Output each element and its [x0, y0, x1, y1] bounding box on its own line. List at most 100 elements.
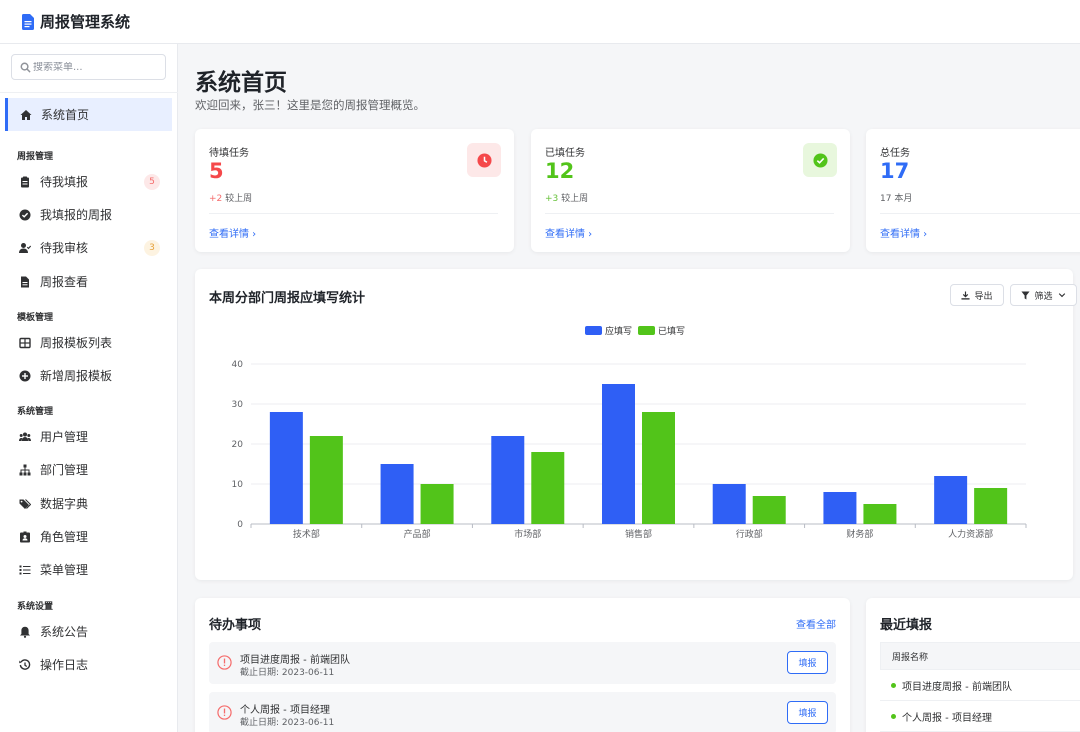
x-tick-label: 人力资源部: [948, 528, 993, 540]
tags-icon: [18, 497, 32, 511]
fill-report-button[interactable]: 填报: [787, 651, 828, 674]
bar-should-fill: [602, 384, 635, 524]
stat-note: 本月: [894, 194, 913, 204]
stat-card-pending: 待填任务 5 +2 较上周 查看详情 ›: [195, 129, 514, 252]
id-badge-icon: [18, 530, 32, 544]
sidebar-item-departments[interactable]: 部门管理: [5, 453, 172, 486]
sidebar-item-pending-fill[interactable]: 待我填报 5: [5, 165, 172, 198]
y-tick-label: 30: [232, 400, 244, 410]
status-dot: [891, 682, 896, 688]
main-content: 系统首页 欢迎回来，张三！这里是您的周报管理概览。 待填任务 5 +2 较上周 …: [178, 44, 1080, 732]
app-title: 周报管理系统: [40, 13, 131, 31]
recent-row-name: 项目进度周报 - 前端团队: [902, 681, 1012, 693]
stat-label: 已填任务: [545, 148, 585, 159]
y-tick-label: 40: [232, 360, 244, 370]
sidebar-item-logs[interactable]: 操作日志: [5, 648, 172, 681]
sidebar-item-label: 部门管理: [40, 463, 89, 477]
bar-filled: [752, 496, 786, 524]
stat-delta: +3: [545, 194, 559, 204]
stat-change: +3 较上周: [545, 191, 588, 204]
stat-value: 12: [545, 159, 575, 183]
sidebar-item-label: 系统首页: [41, 108, 90, 122]
stat-delta: +2: [209, 194, 223, 204]
sidebar-item-pending-review[interactable]: 待我审核 3: [5, 231, 172, 264]
y-tick-label: 20: [232, 440, 244, 450]
stat-detail-link[interactable]: 查看详情 ›: [209, 225, 256, 240]
todo-item-title: 项目进度周报 - 前端团队: [240, 655, 350, 666]
plus-circle-icon: [18, 369, 32, 383]
sidebar-item-label: 系统公告: [40, 625, 89, 639]
sidebar-item-home[interactable]: 系统首页: [5, 98, 172, 131]
bar-should-fill: [934, 476, 968, 524]
bar-chart: 0 10 20 30 40 技术部 产品部 市场部 销售部 行政部 财务部 人力资源部 应填写 已填写: [232, 325, 1027, 540]
check-circle-icon: [18, 208, 32, 222]
bar-filled: [531, 452, 565, 524]
legend-swatch: [585, 326, 602, 335]
sidebar-item-label: 新增周报模板: [40, 369, 113, 383]
chart-card: 本周分部门周报应填写统计 导出 筛选 0 10 20 30 40 技术部 产品部 市场部 销售部…: [195, 269, 1077, 580]
sidebar-item-users[interactable]: 用户管理: [5, 420, 172, 453]
stat-divider: [545, 213, 834, 214]
sidebar-item-new-template[interactable]: 新增周报模板: [5, 359, 172, 392]
x-tick-label: 销售部: [625, 528, 652, 540]
menu-search-input[interactable]: [33, 61, 153, 73]
alert-circle-icon: [217, 705, 232, 720]
sidebar-item-dictionary[interactable]: 数据字典: [5, 487, 172, 520]
menu-group-templates: 模板管理: [17, 313, 54, 323]
stat-note: 较上周: [561, 194, 589, 204]
sidebar-item-label: 周报模板列表: [40, 336, 113, 350]
recent-table-header: 周报名称: [880, 642, 1080, 670]
sidebar-item-label: 我填报的周报: [40, 208, 113, 222]
check-circle-icon: [803, 143, 837, 177]
bar-should-fill: [491, 436, 525, 524]
stat-card-completed: 已填任务 12 +3 较上周 查看详情 ›: [531, 129, 850, 252]
bar-filled: [974, 488, 1008, 524]
stat-divider: [209, 213, 498, 214]
pending-review-count-badge: 3: [144, 239, 160, 256]
stat-divider: [880, 213, 1080, 214]
document-logo-icon: [22, 13, 34, 30]
sidebar-item-roles[interactable]: 角色管理: [5, 520, 172, 553]
sidebar-item-template-list[interactable]: 周报模板列表: [5, 326, 172, 359]
page-subtitle: 欢迎回来，张三！这里是您的周报管理概览。: [195, 98, 425, 112]
menu-search-box[interactable]: [11, 54, 166, 80]
stat-detail-link[interactable]: 查看详情 ›: [545, 225, 592, 240]
stat-card-total: 总任务 17 17 本月 查看详情 ›: [866, 129, 1080, 252]
recent-row[interactable]: 个人周报 - 项目经理: [880, 701, 1080, 732]
todo-item[interactable]: 项目进度周报 - 前端团队 截止日期: 2023-06-11 填报: [209, 642, 836, 684]
recent-title: 最近填报: [880, 618, 933, 633]
search-icon: [20, 62, 31, 73]
clipboard-icon: [18, 175, 32, 189]
y-tick-label: 10: [232, 480, 244, 490]
sidebar: 系统首页 周报管理 待我填报 5 我填报的周报 待我审核 3 周报查看 模板管理…: [0, 44, 178, 732]
users-icon: [18, 430, 32, 444]
x-tick-label: 技术部: [293, 528, 320, 540]
todo-item[interactable]: 个人周报 - 项目经理 截止日期: 2023-06-11 填报: [209, 692, 836, 732]
top-bar: 周报管理系统: [0, 0, 1080, 44]
recent-row-name: 个人周报 - 项目经理: [902, 712, 992, 724]
menu-group-system: 系统管理: [17, 407, 54, 417]
fill-report-button[interactable]: 填报: [787, 701, 828, 724]
sidebar-item-menus[interactable]: 菜单管理: [5, 553, 172, 586]
sidebar-item-my-reports[interactable]: 我填报的周报: [5, 198, 172, 231]
sidebar-item-label: 角色管理: [40, 530, 89, 544]
sitemap-icon: [18, 463, 32, 477]
stat-change: 17 本月: [880, 191, 912, 204]
stat-detail-link[interactable]: 查看详情 ›: [880, 225, 927, 240]
bar-filled: [309, 436, 343, 524]
todo-card: 待办事项 查看全部 项目进度周报 - 前端团队 截止日期: 2023-06-11…: [195, 598, 850, 732]
file-icon: [18, 275, 32, 289]
sidebar-item-view-reports[interactable]: 周报查看: [5, 265, 172, 298]
sidebar-item-label: 待我填报: [40, 175, 89, 189]
bar-filled: [863, 504, 897, 524]
sidebar-item-announcements[interactable]: 系统公告: [5, 615, 172, 648]
stat-label: 待填任务: [209, 148, 249, 159]
recent-card: 最近填报 周报名称 项目进度周报 - 前端团队 个人周报 - 项目经理: [866, 598, 1080, 732]
sidebar-item-label: 数据字典: [40, 497, 89, 511]
legend-label: 应填写: [605, 325, 632, 337]
view-all-link[interactable]: 查看全部: [796, 616, 836, 631]
bar-should-fill: [823, 492, 857, 524]
bell-icon: [18, 625, 32, 639]
page-title: 系统首页: [195, 70, 287, 96]
recent-row[interactable]: 项目进度周报 - 前端团队: [880, 670, 1080, 701]
